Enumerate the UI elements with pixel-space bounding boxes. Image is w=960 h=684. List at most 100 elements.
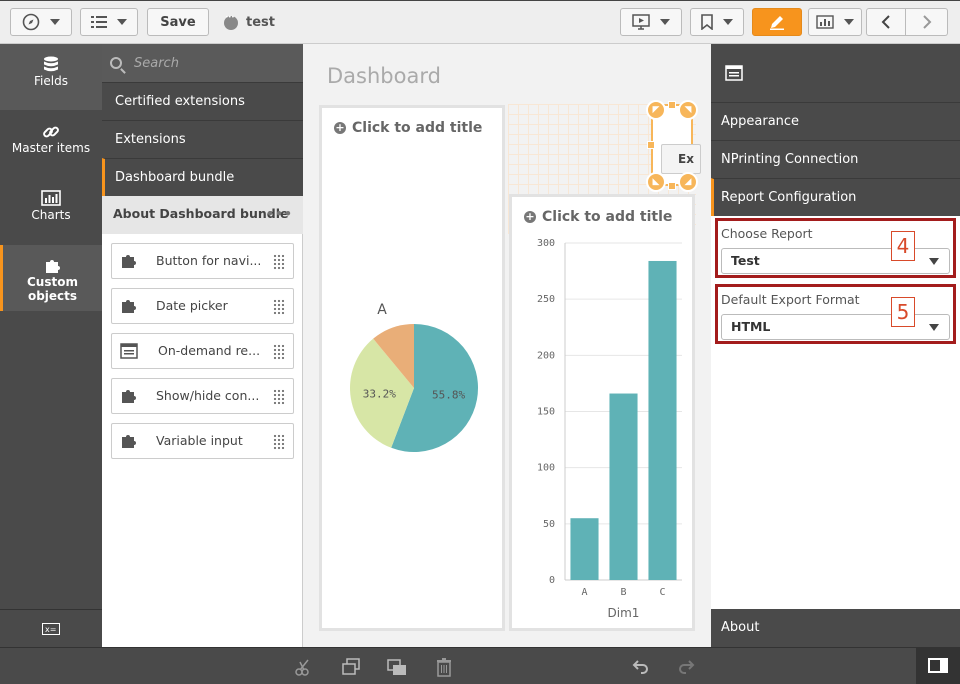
navigation-menu-button[interactable] [10,8,72,36]
rail-item-charts[interactable]: Charts [0,178,102,244]
drag-handle-icon[interactable] [273,344,285,360]
section-appearance[interactable]: Appearance [711,102,960,140]
properties-about[interactable]: About [711,609,960,647]
section-nprinting-connection[interactable]: NPrinting Connection [711,140,960,178]
chevron-down-icon [117,19,127,25]
drag-handle-icon[interactable] [273,254,285,270]
export-format-select[interactable]: HTML [721,314,950,340]
resize-handle-icon[interactable] [668,101,676,109]
previous-sheet-button[interactable] [866,8,906,36]
choose-report-field: Choose Report Test 4 [715,218,956,278]
chevron-down-icon [929,324,939,331]
about-bundle-header[interactable]: About Dashboard bundle ••• [102,196,303,234]
rail-item-label: Charts [31,208,71,222]
y-tick-label: 50 [543,519,555,530]
resize-handle-icon[interactable] [668,182,676,190]
rail-item-label: Custom objects [27,275,78,303]
sheet-canvas[interactable]: Dashboard + Click to add title A 55.8% 33.… [303,44,711,647]
resize-handle-icon[interactable] [647,141,655,149]
bookmarks-button[interactable] [690,8,744,36]
redo-icon[interactable] [677,657,697,677]
sheet-title[interactable]: Dashboard [327,64,441,88]
list-item-on-demand-report[interactable]: On-demand re... [111,333,294,369]
next-sheet-button[interactable] [906,8,948,36]
y-tick-label: 0 [549,575,555,586]
object-label: Button for navi... [156,253,262,268]
pie-data-label: 55.8% [432,388,465,401]
export-button[interactable]: Ex [661,144,701,174]
bookmark-icon [701,14,713,30]
rail-item-master-items[interactable]: Master items [0,111,102,177]
pie-chart-object[interactable]: + Click to add title A 55.8% 33.2% [319,105,505,631]
x-tick-label: C [659,587,665,598]
bar[interactable] [609,393,638,580]
bar[interactable] [648,260,677,580]
trash-icon[interactable] [434,657,454,677]
section-report-configuration[interactable]: Report Configuration [711,178,960,216]
rail-item-fields[interactable]: Fields [0,44,102,110]
search-input[interactable]: Search [102,44,303,82]
toggle-properties-button[interactable] [916,648,960,684]
bar[interactable] [570,518,599,580]
y-tick-label: 150 [537,407,555,418]
choose-report-label: Choose Report [721,226,813,241]
list-item-button-for-navigation[interactable]: Button for navi... [111,243,294,279]
object-label: Show/hide con... [156,388,260,403]
search-icon [110,57,122,69]
panel-layout-icon [928,658,948,673]
list-icon [91,16,107,28]
chart-options-button[interactable] [808,8,862,36]
report-icon [725,65,743,81]
chevron-down-icon [660,19,670,25]
list-item-date-picker[interactable]: Date picker [111,288,294,324]
presentation-icon [632,14,650,30]
choose-report-select[interactable]: Test [721,248,950,274]
chevron-right-icon [922,15,931,29]
puzzle-icon [3,245,102,275]
category-dashboard-bundle[interactable]: Dashboard bundle [102,158,303,196]
pie-title: A [377,302,387,318]
object-label: Variable input [156,433,243,448]
scissors-icon[interactable] [294,657,314,677]
bar-chart: 0 50 100 150 200 250 300 A B C Dim1 [537,238,682,620]
edit-sheet-button[interactable] [752,8,802,36]
resize-handle-icon[interactable]: ◢ [678,172,698,192]
object-label: Date picker [156,298,228,313]
story-play-button[interactable] [620,8,682,36]
resize-handle-icon[interactable]: ◤ [646,100,666,120]
variables-button[interactable]: x= [0,609,102,647]
chevron-left-icon [881,15,890,29]
paste-icon[interactable] [387,657,407,677]
puzzle-icon [122,435,136,448]
drag-handle-icon[interactable] [273,389,285,405]
undo-icon[interactable] [630,657,650,677]
top-toolbar: Save test [0,0,960,44]
category-extensions[interactable]: Extensions [102,120,303,158]
rail-item-label: Fields [34,74,68,88]
y-tick-label: 300 [537,238,555,249]
drag-handle-icon[interactable] [273,299,285,315]
pie-data-label: 33.2% [363,388,396,401]
bottom-toolbar [0,647,960,684]
list-item-show-hide-container[interactable]: Show/hide con... [111,378,294,414]
drag-handle-icon[interactable] [273,434,285,450]
rail-item-custom-objects[interactable]: Custom objects [0,245,102,311]
resize-handle-icon[interactable]: ◥ [678,100,698,120]
step-callout: 5 [891,297,915,327]
y-tick-label: 100 [537,463,555,474]
puzzle-icon [122,255,136,268]
bar-chart-icon [816,15,834,29]
bar-chart-object[interactable]: + Click to add title 0 50 100 150 200 250 300 A… [509,194,695,631]
link-icon [0,111,102,141]
y-tick-label: 250 [537,294,555,305]
report-icon [120,343,138,359]
save-button[interactable]: Save [147,8,209,36]
app-status-icon [224,14,238,30]
copy-icon[interactable] [341,657,361,677]
list-item-variable-input[interactable]: Variable input [111,423,294,459]
resize-handle-icon[interactable]: ◣ [646,172,666,192]
category-certified-extensions[interactable]: Certified extensions [102,82,303,120]
bar-chart-icon [0,178,102,208]
global-menu-button[interactable] [80,8,138,36]
more-icon[interactable]: ••• [266,196,293,232]
